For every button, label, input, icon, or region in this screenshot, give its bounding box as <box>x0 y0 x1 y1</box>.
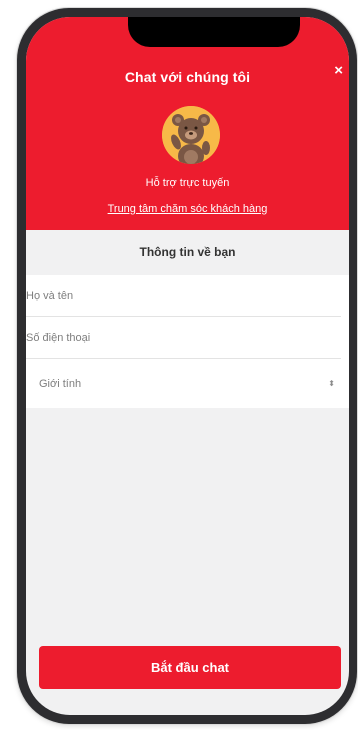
select-arrows-icon: ⬍ <box>328 379 335 388</box>
phone-input[interactable] <box>26 318 341 358</box>
section-title: Thông tin về bạn <box>26 230 349 275</box>
teddy-bear-icon <box>162 106 220 164</box>
user-info-form: Giới tính ⬍ <box>26 275 349 408</box>
start-chat-button[interactable]: Bắt đầu chat <box>39 646 341 689</box>
gender-select-value: Giới tính <box>39 378 82 390</box>
phone-field-row <box>26 317 341 359</box>
chat-header: Chat với chúng tôi × Hỗ trợ trực tuyến T… <box>26 17 349 230</box>
customer-care-link[interactable]: Trung tâm chăm sóc khách hàng <box>26 203 349 215</box>
phone-notch <box>128 17 300 47</box>
phone-frame: Chat với chúng tôi × Hỗ trợ trực tuyến T… <box>17 8 357 724</box>
name-field-row <box>26 275 341 317</box>
close-icon[interactable]: × <box>334 63 343 79</box>
name-input[interactable] <box>26 276 341 316</box>
gender-select[interactable]: Giới tính ⬍ <box>26 360 341 408</box>
online-support-label: Hỗ trợ trực tuyến <box>145 177 230 189</box>
chat-screen: Chat với chúng tôi × Hỗ trợ trực tuyến T… <box>26 17 349 715</box>
chat-title: Chat với chúng tôi <box>124 69 251 85</box>
